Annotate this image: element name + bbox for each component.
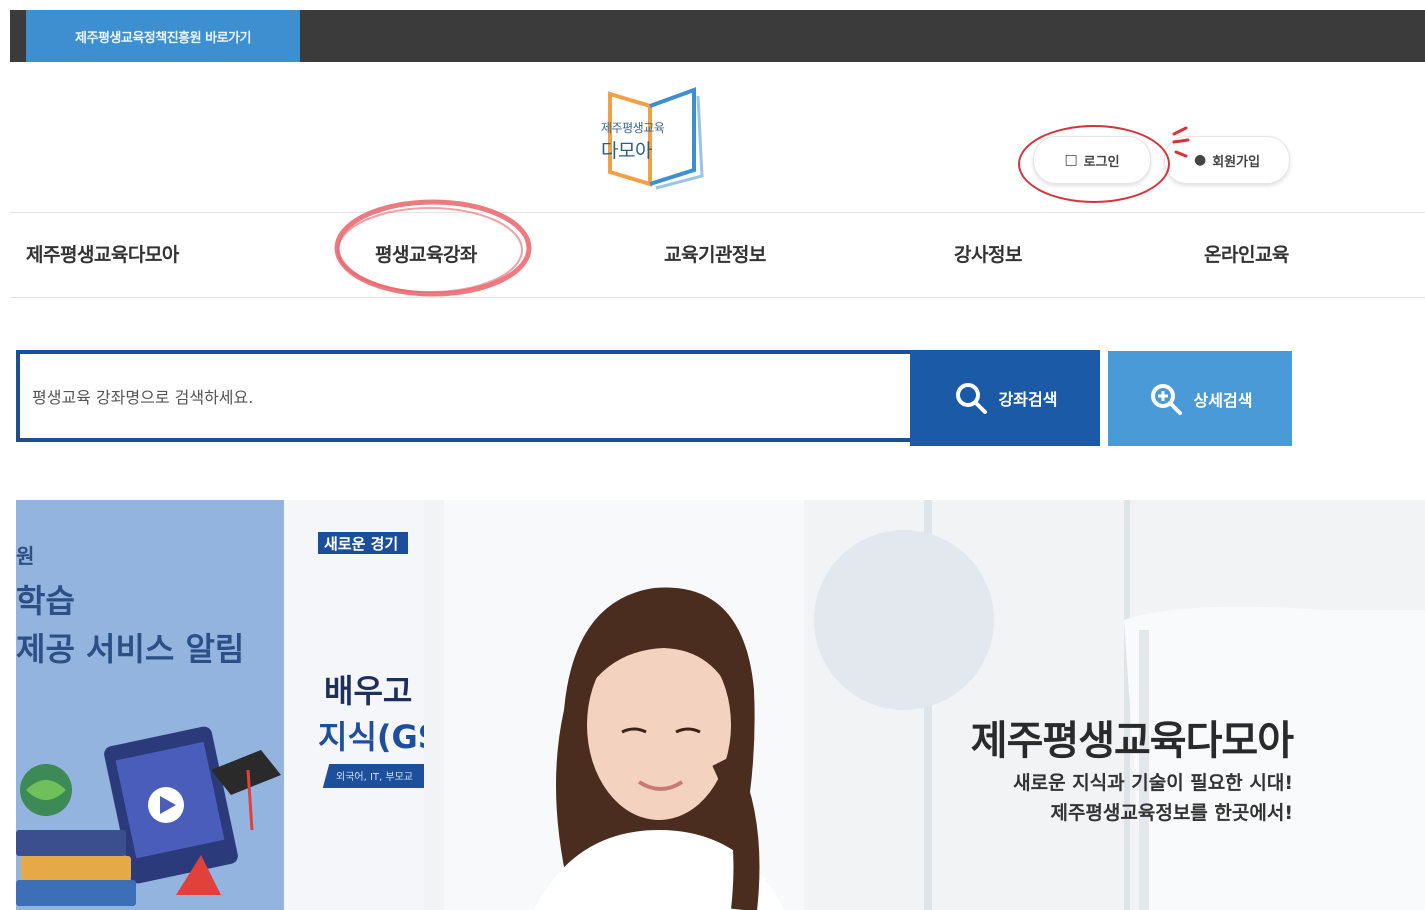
search-icon [955,383,987,414]
course-search-label: 강좌검색 [998,390,1058,409]
nav-item-online[interactable]: 온라인교육 [1204,240,1289,267]
logo-text-bottom: 다모아 [601,140,652,162]
nav-top-divider [10,212,1425,213]
lock-icon: □ [1064,152,1078,168]
banner-slide-notice[interactable]: 원 학습 제공 서비스 알림 [16,500,284,910]
banner-slide-main[interactable]: 제주평생교육다모아 새로운 지식과 기술이 필요한 시대! 제주평생교육정보를 … [424,500,1425,910]
nav-item-instructors[interactable]: 강사정보 [954,240,1022,267]
nav-item-institutions[interactable]: 교육기관정보 [664,240,766,267]
nav-bottom-divider [10,297,1425,298]
course-search-button[interactable]: 강좌검색 [910,350,1100,446]
detail-search-label: 상세검색 [1193,390,1253,410]
zoom-plus-icon [1150,383,1182,415]
slide-gsg-line3: 외국어, IT, 부모교 [336,772,413,783]
slide-gsg-badge: 새로운 경기 [318,532,409,554]
main-banner-carousel[interactable]: 원 학습 제공 서비스 알림 새로운 경기 배우고 지식(GS 외국어, IT,… [16,500,1425,910]
detail-search-button[interactable]: 상세검색 [1108,351,1292,446]
slide-gsg-line2: 지식(GS [318,718,424,756]
user-icon: ● [1193,152,1207,168]
banner-subtitle-2: 제주평생교육정보를 한곳에서! [1050,802,1293,824]
signup-button[interactable]: ● 회원가입 [1164,136,1290,184]
banner-subtitle-1: 새로운 지식과 기술이 필요한 시대! [1013,772,1293,794]
site-logo[interactable]: 제주평생교육 다모아 [598,84,714,192]
institute-shortcut-link[interactable]: 제주평생교육정책진흥원 바로가기 [26,10,300,62]
nav-item-about[interactable]: 제주평생교육다모아 [26,240,179,267]
banner-title: 제주평생교육다모아 [970,718,1294,764]
slide-gsg-line1: 배우고 [324,672,413,710]
login-button[interactable]: □ 로그인 [1033,136,1151,184]
login-label: 로그인 [1083,154,1120,170]
nav-item-courses[interactable]: 평생교육강좌 [375,240,477,267]
course-search-input[interactable] [30,376,884,418]
top-bar: 제주평생교육정책진흥원 바로가기 [10,10,1425,62]
woman-studying-photo [424,500,1425,910]
banner-slide-gsg[interactable]: 새로운 경기 배우고 지식(GS 외국어, IT, 부모교 [284,500,424,910]
logo-text-top: 제주평생교육 [601,121,665,135]
signup-label: 회원가입 [1212,154,1261,170]
learning-illustration [16,726,281,906]
